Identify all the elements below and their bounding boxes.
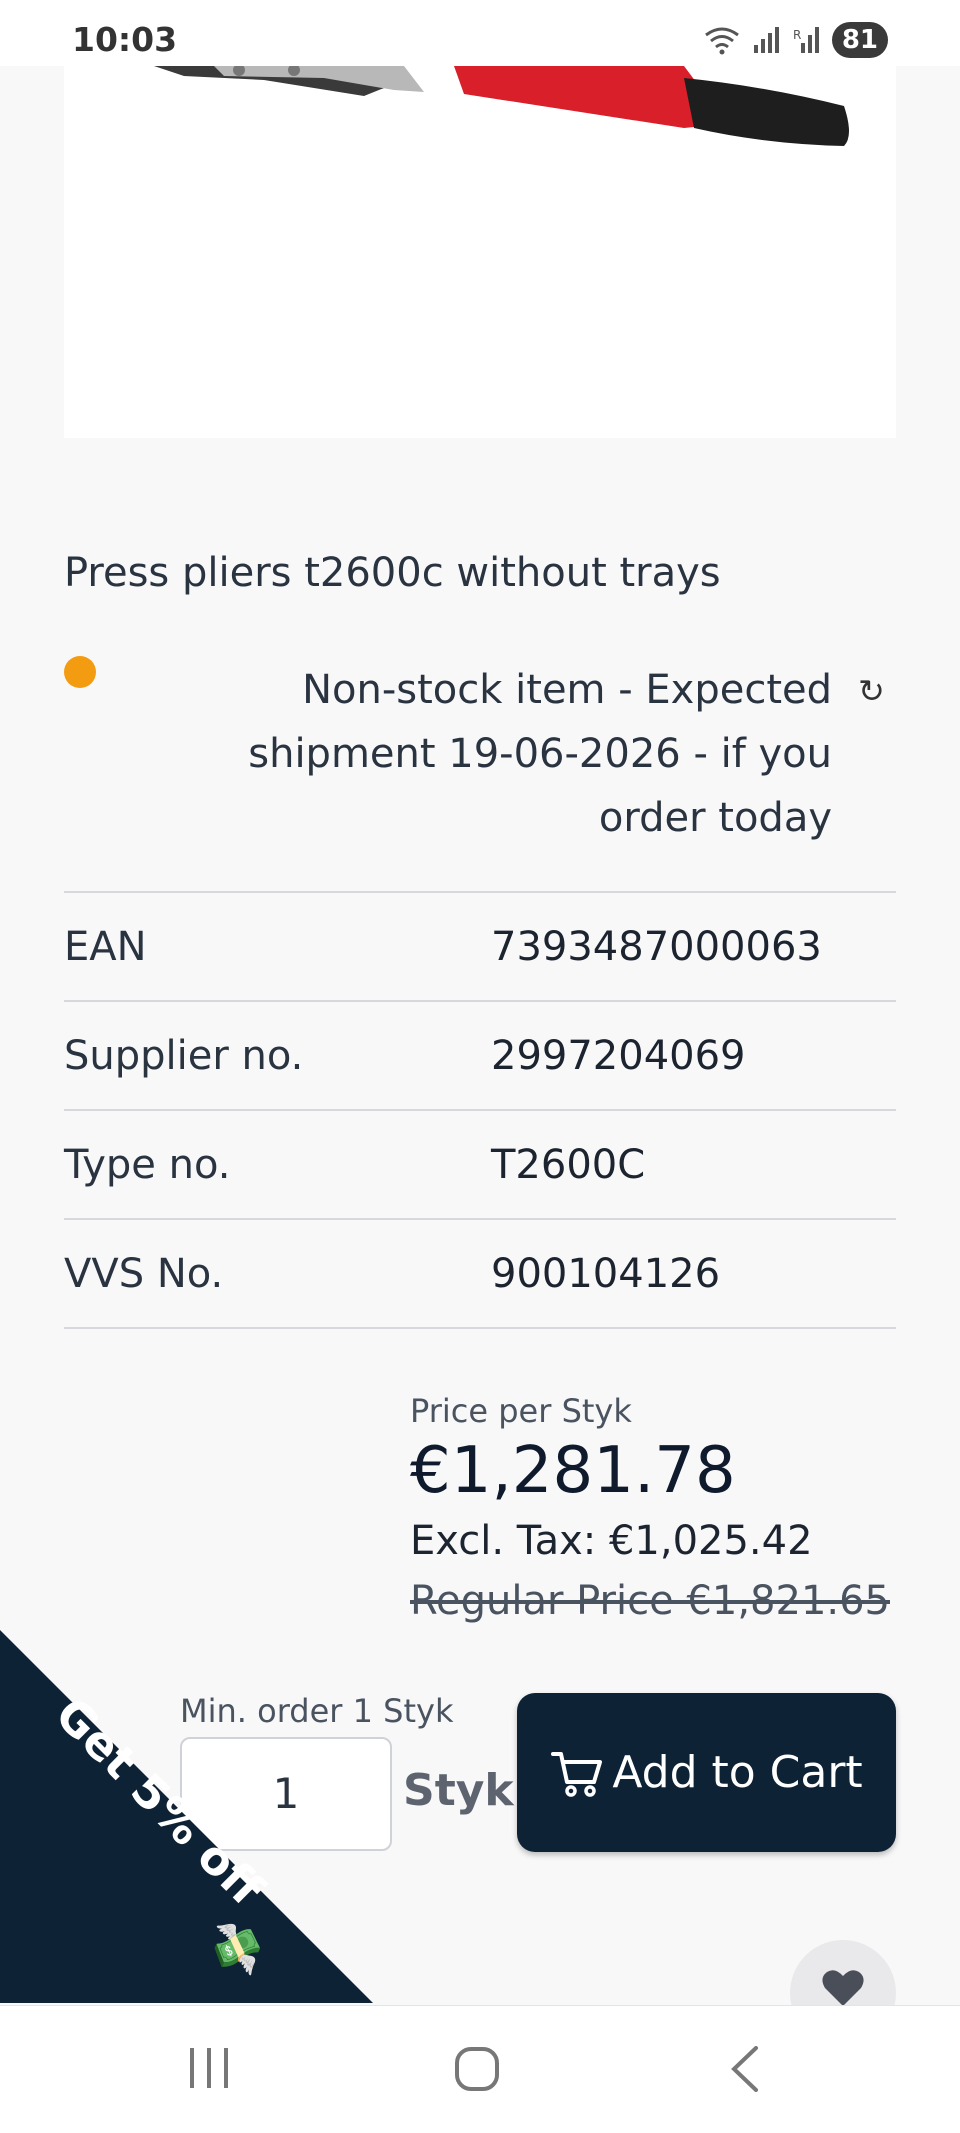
spec-value: T2600C [491, 1141, 646, 1188]
svg-text:R: R [793, 28, 801, 42]
price-per-unit-label: Price per Styk [410, 1392, 632, 1430]
specs-table: EAN 7393487000063 Supplier no. 299720406… [64, 891, 896, 1329]
spec-value: 900104126 [491, 1250, 721, 1297]
spec-value: 7393487000063 [491, 923, 822, 970]
refresh-icon[interactable]: ↻ [858, 672, 885, 710]
stock-status-dot [64, 656, 96, 688]
press-pliers-image [154, 66, 849, 146]
recent-apps-icon[interactable] [186, 2046, 232, 2090]
status-bar: 10:03 R 81 [0, 0, 960, 66]
navigation-bar [0, 2005, 960, 2133]
signal-roaming-icon: R [793, 27, 819, 53]
spec-row-vvs-no: VVS No. 900104126 [64, 1220, 896, 1329]
status-time: 10:03 [72, 20, 178, 59]
battery-indicator: 81 [831, 22, 888, 58]
wifi-icon [704, 27, 739, 55]
signal-icon [753, 27, 779, 53]
stock-status-text: Non-stock item - Expected shipment 19-06… [248, 667, 832, 841]
heart-icon [822, 1970, 864, 2006]
spec-row-ean: EAN 7393487000063 [64, 893, 896, 1002]
spec-label: VVS No. [64, 1250, 224, 1297]
home-icon[interactable] [454, 2046, 500, 2092]
cart-icon [551, 1751, 603, 1797]
product-image[interactable] [64, 66, 896, 438]
price-amount: €1,281.78 [410, 1434, 736, 1508]
spec-label: Supplier no. [64, 1032, 304, 1079]
product-title: Press pliers t2600c without trays [64, 550, 721, 596]
spec-row-type-no: Type no. T2600C [64, 1111, 896, 1220]
regular-price: Regular Price €1,821.65 [410, 1578, 890, 1624]
add-to-cart-button[interactable]: Add to Cart [517, 1693, 896, 1852]
price-block: Price per Styk €1,281.78 Excl. Tax: €1,0… [410, 1392, 890, 1624]
back-icon[interactable] [730, 2046, 760, 2092]
price-excl-tax: Excl. Tax: €1,025.42 [410, 1518, 813, 1564]
add-to-cart-label: Add to Cart [612, 1747, 863, 1798]
spec-label: EAN [64, 923, 147, 970]
unit-label: Styk [403, 1765, 514, 1816]
status-icons: R 81 [702, 22, 888, 58]
spec-row-supplier-no: Supplier no. 2997204069 [64, 1002, 896, 1111]
spec-label: Type no. [64, 1141, 231, 1188]
spec-value: 2997204069 [491, 1032, 746, 1079]
